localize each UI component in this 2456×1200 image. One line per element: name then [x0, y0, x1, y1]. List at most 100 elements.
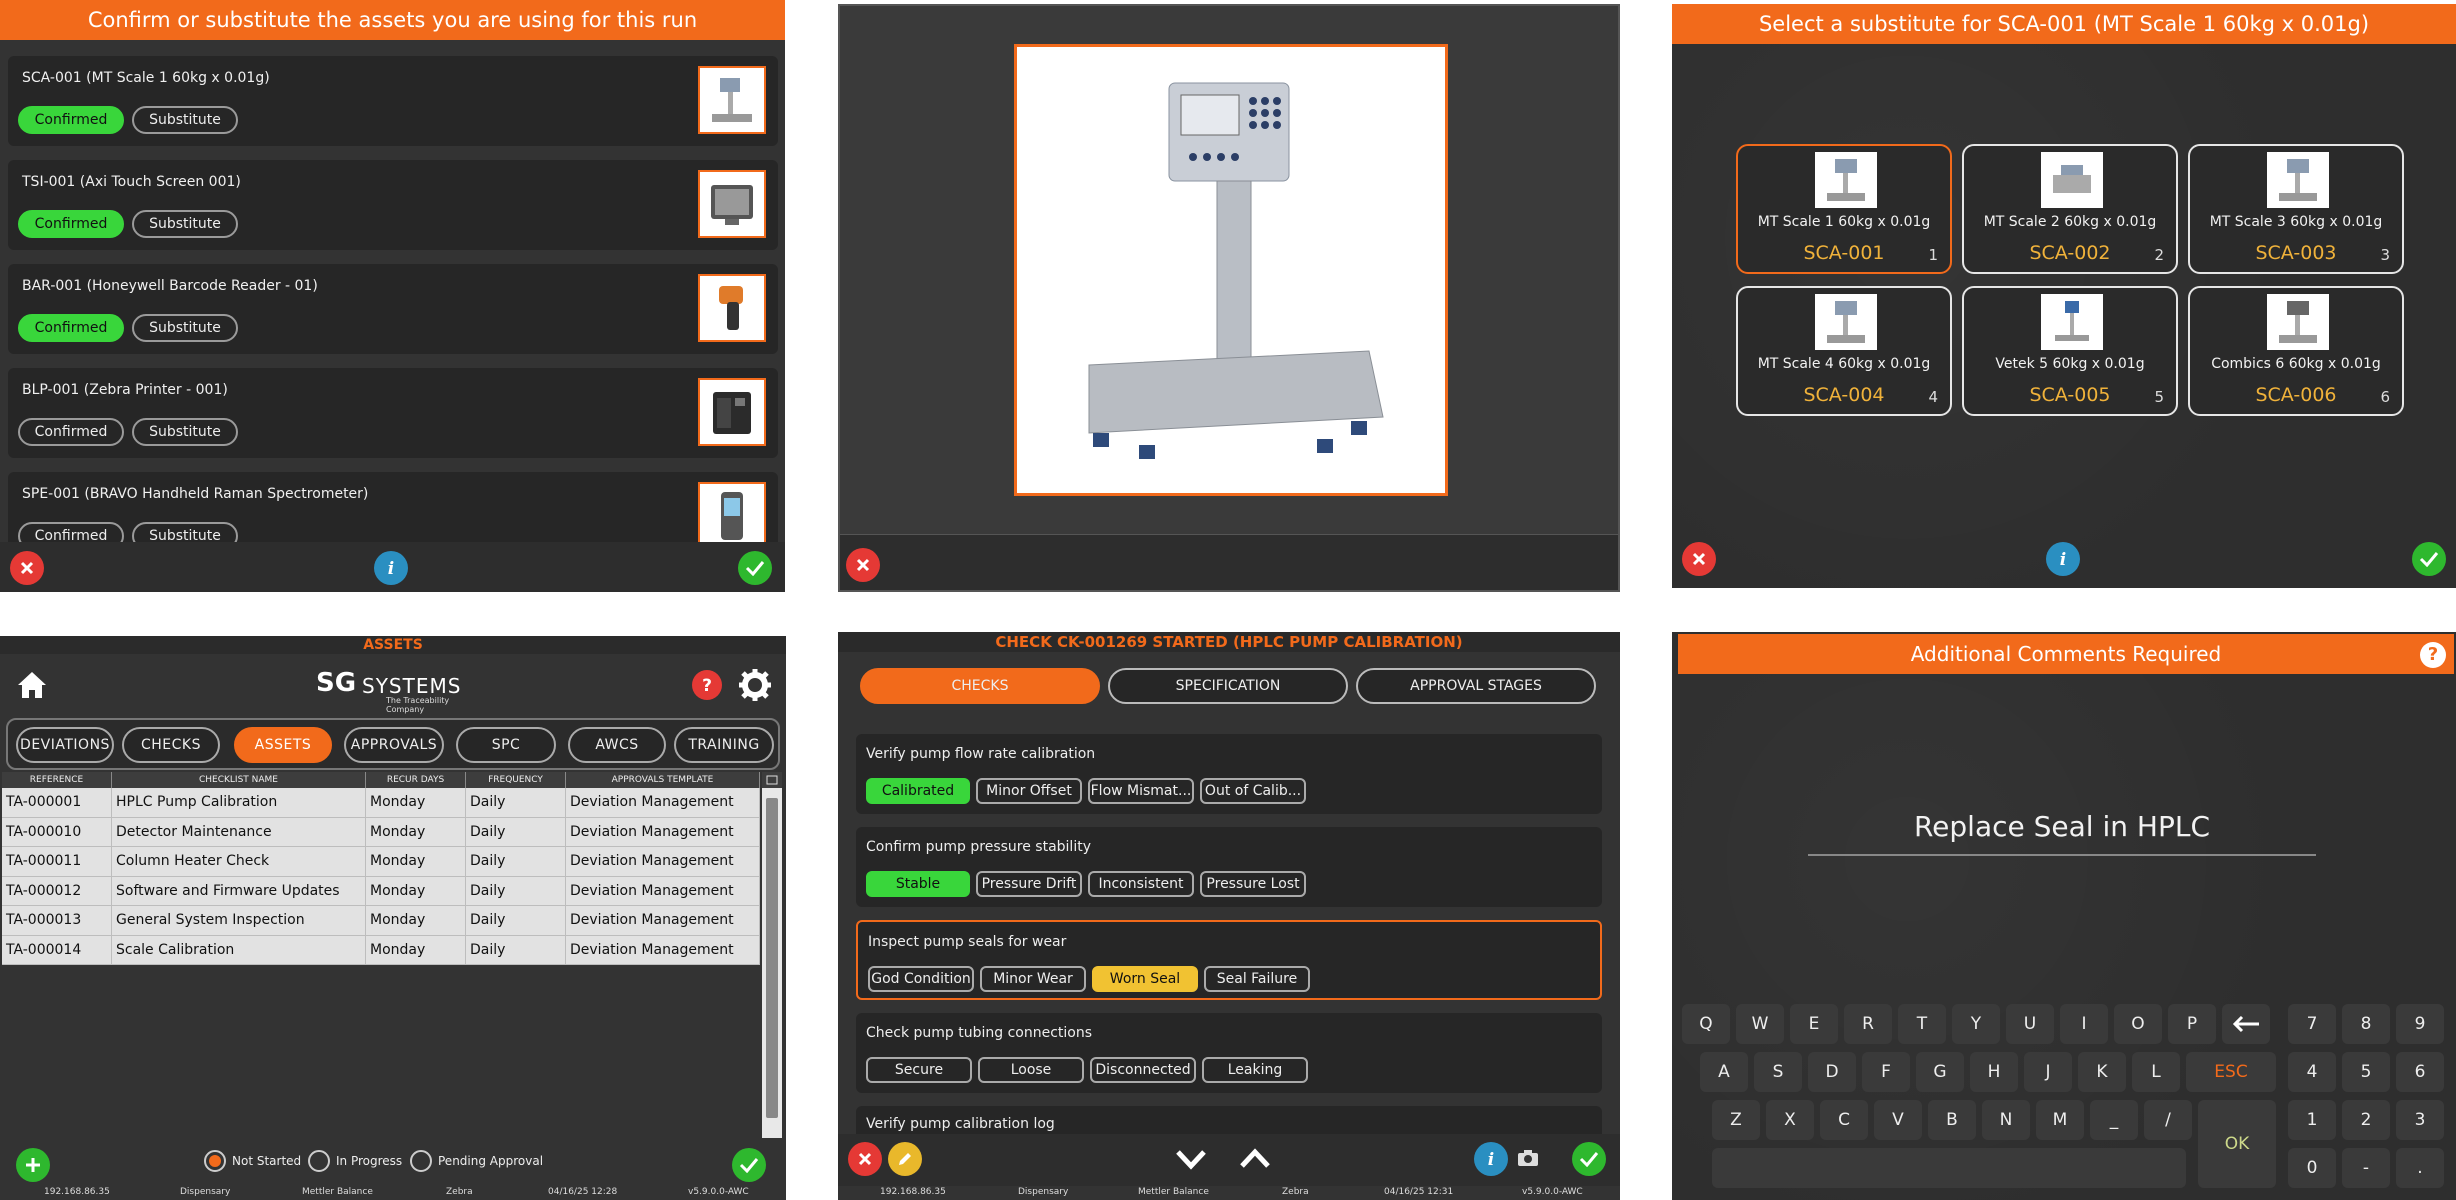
- check-option[interactable]: Out of Calib...: [1200, 778, 1306, 804]
- info-button[interactable]: i: [2046, 542, 2080, 576]
- scroll-up-button[interactable]: [1238, 1144, 1272, 1174]
- key[interactable]: A: [1700, 1052, 1748, 1092]
- key[interactable]: B: [1928, 1100, 1976, 1140]
- tab-spc[interactable]: SPC: [456, 727, 556, 763]
- key[interactable]: C: [1820, 1100, 1868, 1140]
- check-option[interactable]: Calibrated: [866, 778, 970, 804]
- key[interactable]: H: [1970, 1052, 2018, 1092]
- numpad-key[interactable]: .: [2396, 1148, 2444, 1188]
- check-option[interactable]: Leaking: [1202, 1057, 1308, 1083]
- column-header[interactable]: REFERENCE: [2, 772, 112, 788]
- info-button[interactable]: i: [374, 551, 408, 585]
- edit-button[interactable]: [888, 1142, 922, 1176]
- numpad-key[interactable]: 8: [2342, 1004, 2390, 1044]
- numpad-key[interactable]: 5: [2342, 1052, 2390, 1092]
- table-row[interactable]: TA-000014 Scale Calibration Monday Daily Dev…: [2, 935, 760, 965]
- key[interactable]: N: [1982, 1100, 2030, 1140]
- check-option[interactable]: Inconsistent: [1088, 871, 1194, 897]
- cancel-button[interactable]: [10, 551, 44, 585]
- check-option[interactable]: Seal Failure: [1204, 966, 1310, 992]
- table-row[interactable]: TA-000013 General System Inspection Monday…: [2, 906, 760, 936]
- check-option[interactable]: Disconnected: [1090, 1057, 1196, 1083]
- key[interactable]: Q: [1682, 1004, 1730, 1044]
- table-row[interactable]: TA-000012 Software and Firmware Updates Mo…: [2, 876, 760, 906]
- tab-approvals[interactable]: APPROVALS: [344, 727, 444, 763]
- check-option[interactable]: Minor Wear: [980, 966, 1086, 992]
- camera-button[interactable]: [1516, 1148, 1540, 1168]
- tab-checks[interactable]: CHECKS: [860, 668, 1100, 704]
- key[interactable]: J: [2024, 1052, 2072, 1092]
- confirm-button[interactable]: [1572, 1142, 1606, 1176]
- tab-specification[interactable]: SPECIFICATION: [1108, 668, 1348, 704]
- esc-key[interactable]: ESC: [2186, 1052, 2276, 1092]
- cancel-button[interactable]: [1682, 542, 1716, 576]
- backspace-key[interactable]: [2222, 1004, 2270, 1044]
- substitute-option[interactable]: MT Scale 3 60kg x 0.01g SCA-003 3: [2188, 144, 2404, 274]
- scrollbar-thumb[interactable]: [766, 798, 778, 1118]
- numpad-key[interactable]: 4: [2288, 1052, 2336, 1092]
- key[interactable]: I: [2060, 1004, 2108, 1044]
- key[interactable]: D: [1808, 1052, 1856, 1092]
- tab-assets[interactable]: ASSETS: [234, 727, 332, 763]
- key[interactable]: U: [2006, 1004, 2054, 1044]
- key[interactable]: S: [1754, 1052, 1802, 1092]
- tab-checks[interactable]: CHECKS: [122, 727, 220, 763]
- filter-pending-approval[interactable]: Pending Approval: [410, 1150, 543, 1172]
- filter-not-started[interactable]: Not Started: [204, 1150, 301, 1172]
- numpad-key[interactable]: 1: [2288, 1100, 2336, 1140]
- substitute-button[interactable]: Substitute: [132, 106, 238, 134]
- key[interactable]: E: [1790, 1004, 1838, 1044]
- confirm-button[interactable]: [732, 1148, 766, 1182]
- key[interactable]: O: [2114, 1004, 2162, 1044]
- key[interactable]: Z: [1712, 1100, 1760, 1140]
- numpad-key[interactable]: 9: [2396, 1004, 2444, 1044]
- tab-approval-stages[interactable]: APPROVAL STAGES: [1356, 668, 1596, 704]
- confirmed-button[interactable]: Confirmed: [18, 314, 124, 342]
- confirmed-button[interactable]: Confirmed: [18, 210, 124, 238]
- cancel-button[interactable]: [848, 1142, 882, 1176]
- confirm-button[interactable]: [2412, 542, 2446, 576]
- close-button[interactable]: [846, 548, 880, 582]
- ok-key[interactable]: OK: [2198, 1100, 2276, 1188]
- key[interactable]: /: [2144, 1100, 2192, 1140]
- table-row[interactable]: TA-000011 Column Heater Check Monday Daily D…: [2, 847, 760, 877]
- help-button[interactable]: ?: [2420, 642, 2446, 668]
- key[interactable]: W: [1736, 1004, 1784, 1044]
- substitute-option[interactable]: MT Scale 1 60kg x 0.01g SCA-001 1: [1736, 144, 1952, 274]
- key[interactable]: Y: [1952, 1004, 2000, 1044]
- check-option[interactable]: Worn Seal: [1092, 966, 1198, 992]
- table-row[interactable]: TA-000001 HPLC Pump Calibration Monday Dail…: [2, 788, 760, 818]
- home-button[interactable]: [16, 670, 48, 700]
- confirmed-button[interactable]: Confirmed: [18, 106, 124, 134]
- substitute-option[interactable]: Vetek 5 60kg x 0.01g SCA-005 5: [1962, 286, 2178, 416]
- key[interactable]: R: [1844, 1004, 1892, 1044]
- tab-training[interactable]: TRAINING: [674, 727, 774, 763]
- help-button[interactable]: ?: [692, 670, 722, 700]
- tab-awcs[interactable]: AWCS: [568, 727, 666, 763]
- key[interactable]: M: [2036, 1100, 2084, 1140]
- numpad-key[interactable]: 2: [2342, 1100, 2390, 1140]
- numpad-key[interactable]: -: [2342, 1148, 2390, 1188]
- info-button[interactable]: i: [1474, 1142, 1508, 1176]
- settings-button[interactable]: [738, 668, 772, 702]
- key[interactable]: T: [1898, 1004, 1946, 1044]
- filter-in-progress[interactable]: In Progress: [308, 1150, 402, 1172]
- substitute-option[interactable]: MT Scale 2 60kg x 0.01g SCA-002 2: [1962, 144, 2178, 274]
- scroll-down-button[interactable]: [1174, 1144, 1208, 1174]
- substitute-option[interactable]: MT Scale 4 60kg x 0.01g SCA-004 4: [1736, 286, 1952, 416]
- column-chooser-button[interactable]: [762, 772, 782, 788]
- key[interactable]: L: [2132, 1052, 2180, 1092]
- substitute-button[interactable]: Substitute: [132, 418, 238, 446]
- column-header[interactable]: APPROVALS TEMPLATE: [566, 772, 760, 788]
- column-header[interactable]: RECUR DAYS: [366, 772, 466, 788]
- numpad-key[interactable]: 7: [2288, 1004, 2336, 1044]
- numpad-key[interactable]: 3: [2396, 1100, 2444, 1140]
- numpad-key[interactable]: 6: [2396, 1052, 2444, 1092]
- check-option[interactable]: Stable: [866, 871, 970, 897]
- key[interactable]: G: [1916, 1052, 1964, 1092]
- check-option[interactable]: Minor Offset: [976, 778, 1082, 804]
- confirm-button[interactable]: [738, 551, 772, 585]
- comment-input[interactable]: Replace Seal in HPLC: [1808, 810, 2316, 843]
- tab-deviations[interactable]: DEVIATIONS: [16, 727, 114, 763]
- key[interactable]: _: [2090, 1100, 2138, 1140]
